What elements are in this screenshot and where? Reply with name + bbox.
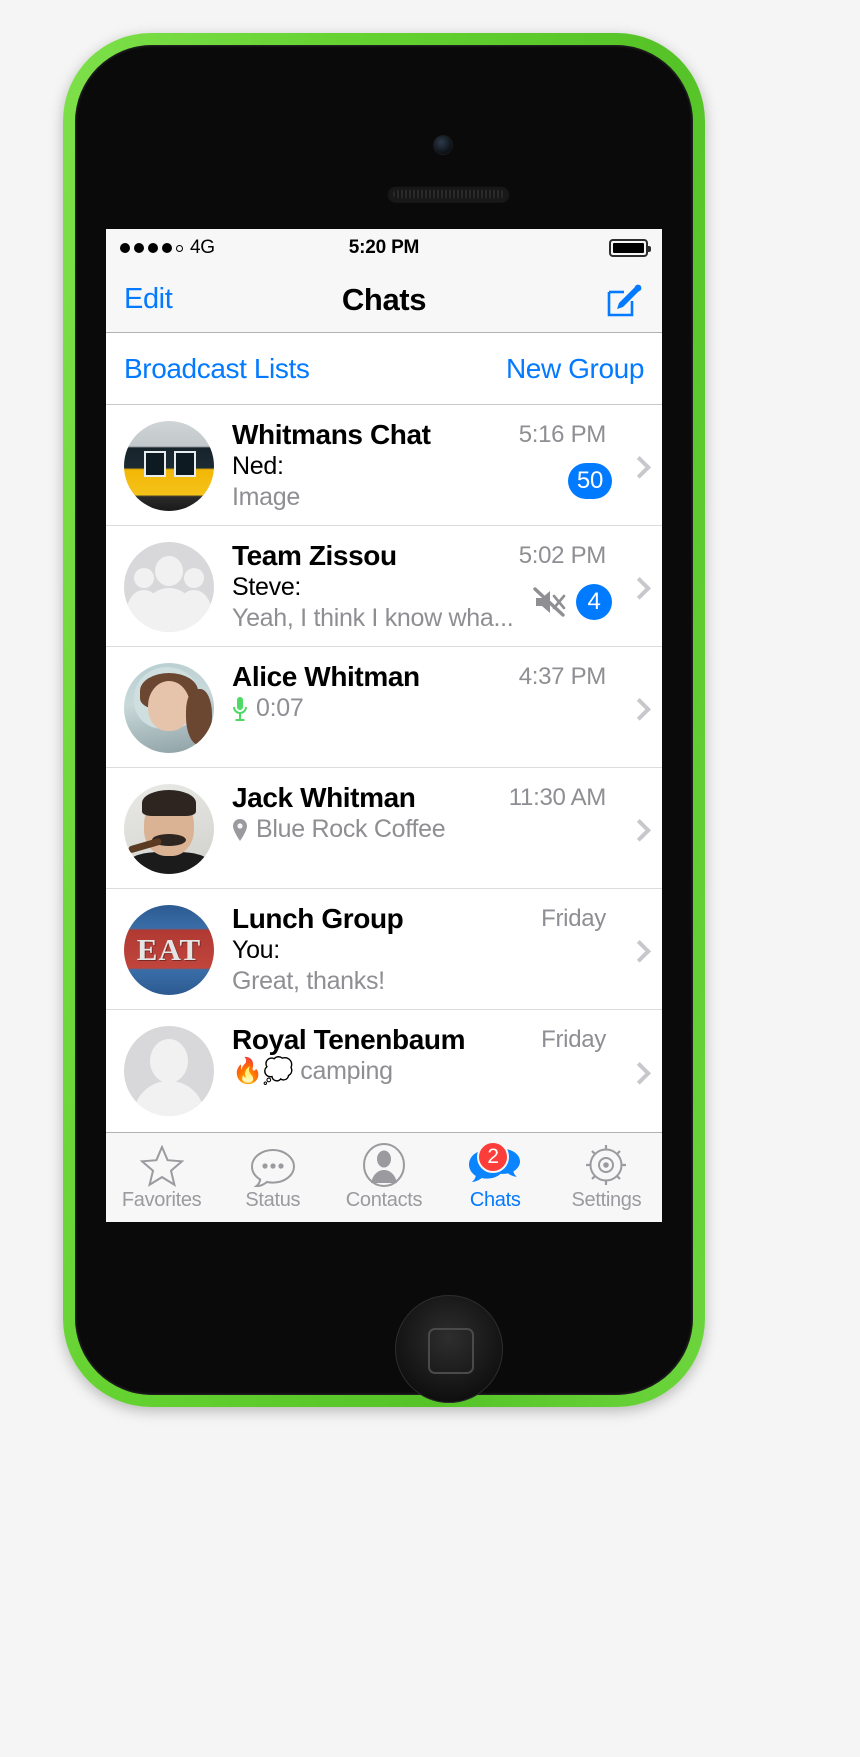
tab-label: Favorites [121, 1189, 202, 1211]
broadcast-lists-button[interactable]: Broadcast Lists [124, 353, 310, 385]
tab-label: Settings [571, 1189, 642, 1211]
chat-timestamp: Friday [541, 1026, 606, 1053]
tab-favorites[interactable]: Favorites [106, 1133, 217, 1222]
chat-preview: Great, thanks! [232, 967, 385, 996]
status-bar: 4G 5:20 PM [106, 229, 662, 267]
chat-list-item[interactable]: EAT Lunch Group You: Great, thanks! Friday [106, 889, 662, 1010]
person-circle-icon [362, 1143, 406, 1187]
chat-list-item[interactable]: Alice Whitman 0:07 4:37 PM [106, 647, 662, 768]
chat-timestamp: 11:30 AM [508, 784, 607, 811]
chat-timestamp: 5:16 PM [518, 421, 607, 448]
chat-preview: Image [232, 483, 300, 512]
avatar [124, 663, 214, 753]
gear-icon [584, 1143, 628, 1187]
chat-bubbles-icon: 2 [467, 1141, 523, 1187]
status-bar-clock: 5:20 PM [348, 237, 420, 258]
chat-timestamp: 4:37 PM [518, 663, 607, 690]
chat-timestamp: 5:02 PM [518, 542, 607, 569]
earpiece-speaker [387, 185, 510, 203]
avatar [124, 1026, 214, 1116]
avatar [124, 421, 214, 511]
chat-row-meta: 4 [533, 584, 612, 620]
new-group-button[interactable]: New Group [506, 353, 644, 385]
star-icon [139, 1143, 184, 1187]
unread-badge: 50 [567, 463, 612, 499]
chat-list-item[interactable]: Jack Whitman Blue Rock Coffee 11:30 AM [106, 768, 662, 889]
chat-list-item[interactable]: Royal Tenenbaum 🔥💭 camping Friday [106, 1010, 662, 1131]
tab-settings[interactable]: Settings [551, 1133, 662, 1222]
compose-icon[interactable] [604, 280, 644, 320]
avatar [124, 784, 214, 874]
location-pin-icon [232, 818, 248, 842]
microphone-icon [232, 696, 248, 722]
home-button[interactable] [395, 1295, 503, 1403]
chat-list-item[interactable]: Whitmans Chat Ned: Image 5:16 PM 50 [106, 405, 662, 526]
chat-row-meta: 50 [567, 463, 612, 499]
tab-label: Contacts [345, 1189, 423, 1211]
chat-preview: Blue Rock Coffee [256, 815, 446, 843]
screenshot-canvas: 4G 5:20 PM Edit Chats Broadcast Lists Ne… [0, 0, 860, 1757]
tab-bar: Favorites Status Contacts 2 Chats Settings [106, 1132, 662, 1222]
chat-timestamp: Friday [541, 905, 606, 932]
battery-icon [609, 239, 651, 257]
tab-label: Chats [469, 1189, 521, 1211]
chat-list-item[interactable]: Team Zissou Steve: Yeah, I think I know wh… [106, 526, 662, 647]
page-title: Chats [341, 281, 427, 317]
chat-preview: 0:07 [256, 694, 304, 722]
navigation-bar: Edit Chats [106, 267, 662, 333]
phone-screen: 4G 5:20 PM Edit Chats Broadcast Lists Ne… [106, 229, 662, 1222]
list-header-bar: Broadcast Lists New Group [106, 333, 662, 405]
chat-preview: Yeah, I think I know wha... [232, 604, 514, 633]
tab-chats[interactable]: 2 Chats [440, 1133, 551, 1222]
tab-contacts[interactable]: Contacts [328, 1133, 439, 1222]
chat-preview-line: 0:07 [232, 693, 652, 724]
chat-sender: You: [232, 936, 280, 964]
chat-preview-line: Great, thanks! [232, 966, 652, 997]
chat-list[interactable]: Whitmans Chat Ned: Image 5:16 PM 50 Team Ziss… [106, 405, 662, 1131]
chat-preview: 🔥💭 camping [232, 1057, 393, 1085]
chat-preview-line: 🔥💭 camping [232, 1056, 652, 1087]
tab-badge: 2 [477, 1141, 510, 1173]
mute-icon [533, 587, 567, 617]
tab-status[interactable]: Status [217, 1133, 328, 1222]
avatar: EAT [124, 905, 214, 995]
front-camera-icon [434, 136, 452, 154]
speech-bubble-icon [250, 1143, 296, 1187]
chat-preview-line: Blue Rock Coffee [232, 814, 652, 845]
unread-badge: 4 [576, 584, 612, 620]
tab-label: Status [245, 1189, 301, 1211]
avatar [124, 542, 214, 632]
